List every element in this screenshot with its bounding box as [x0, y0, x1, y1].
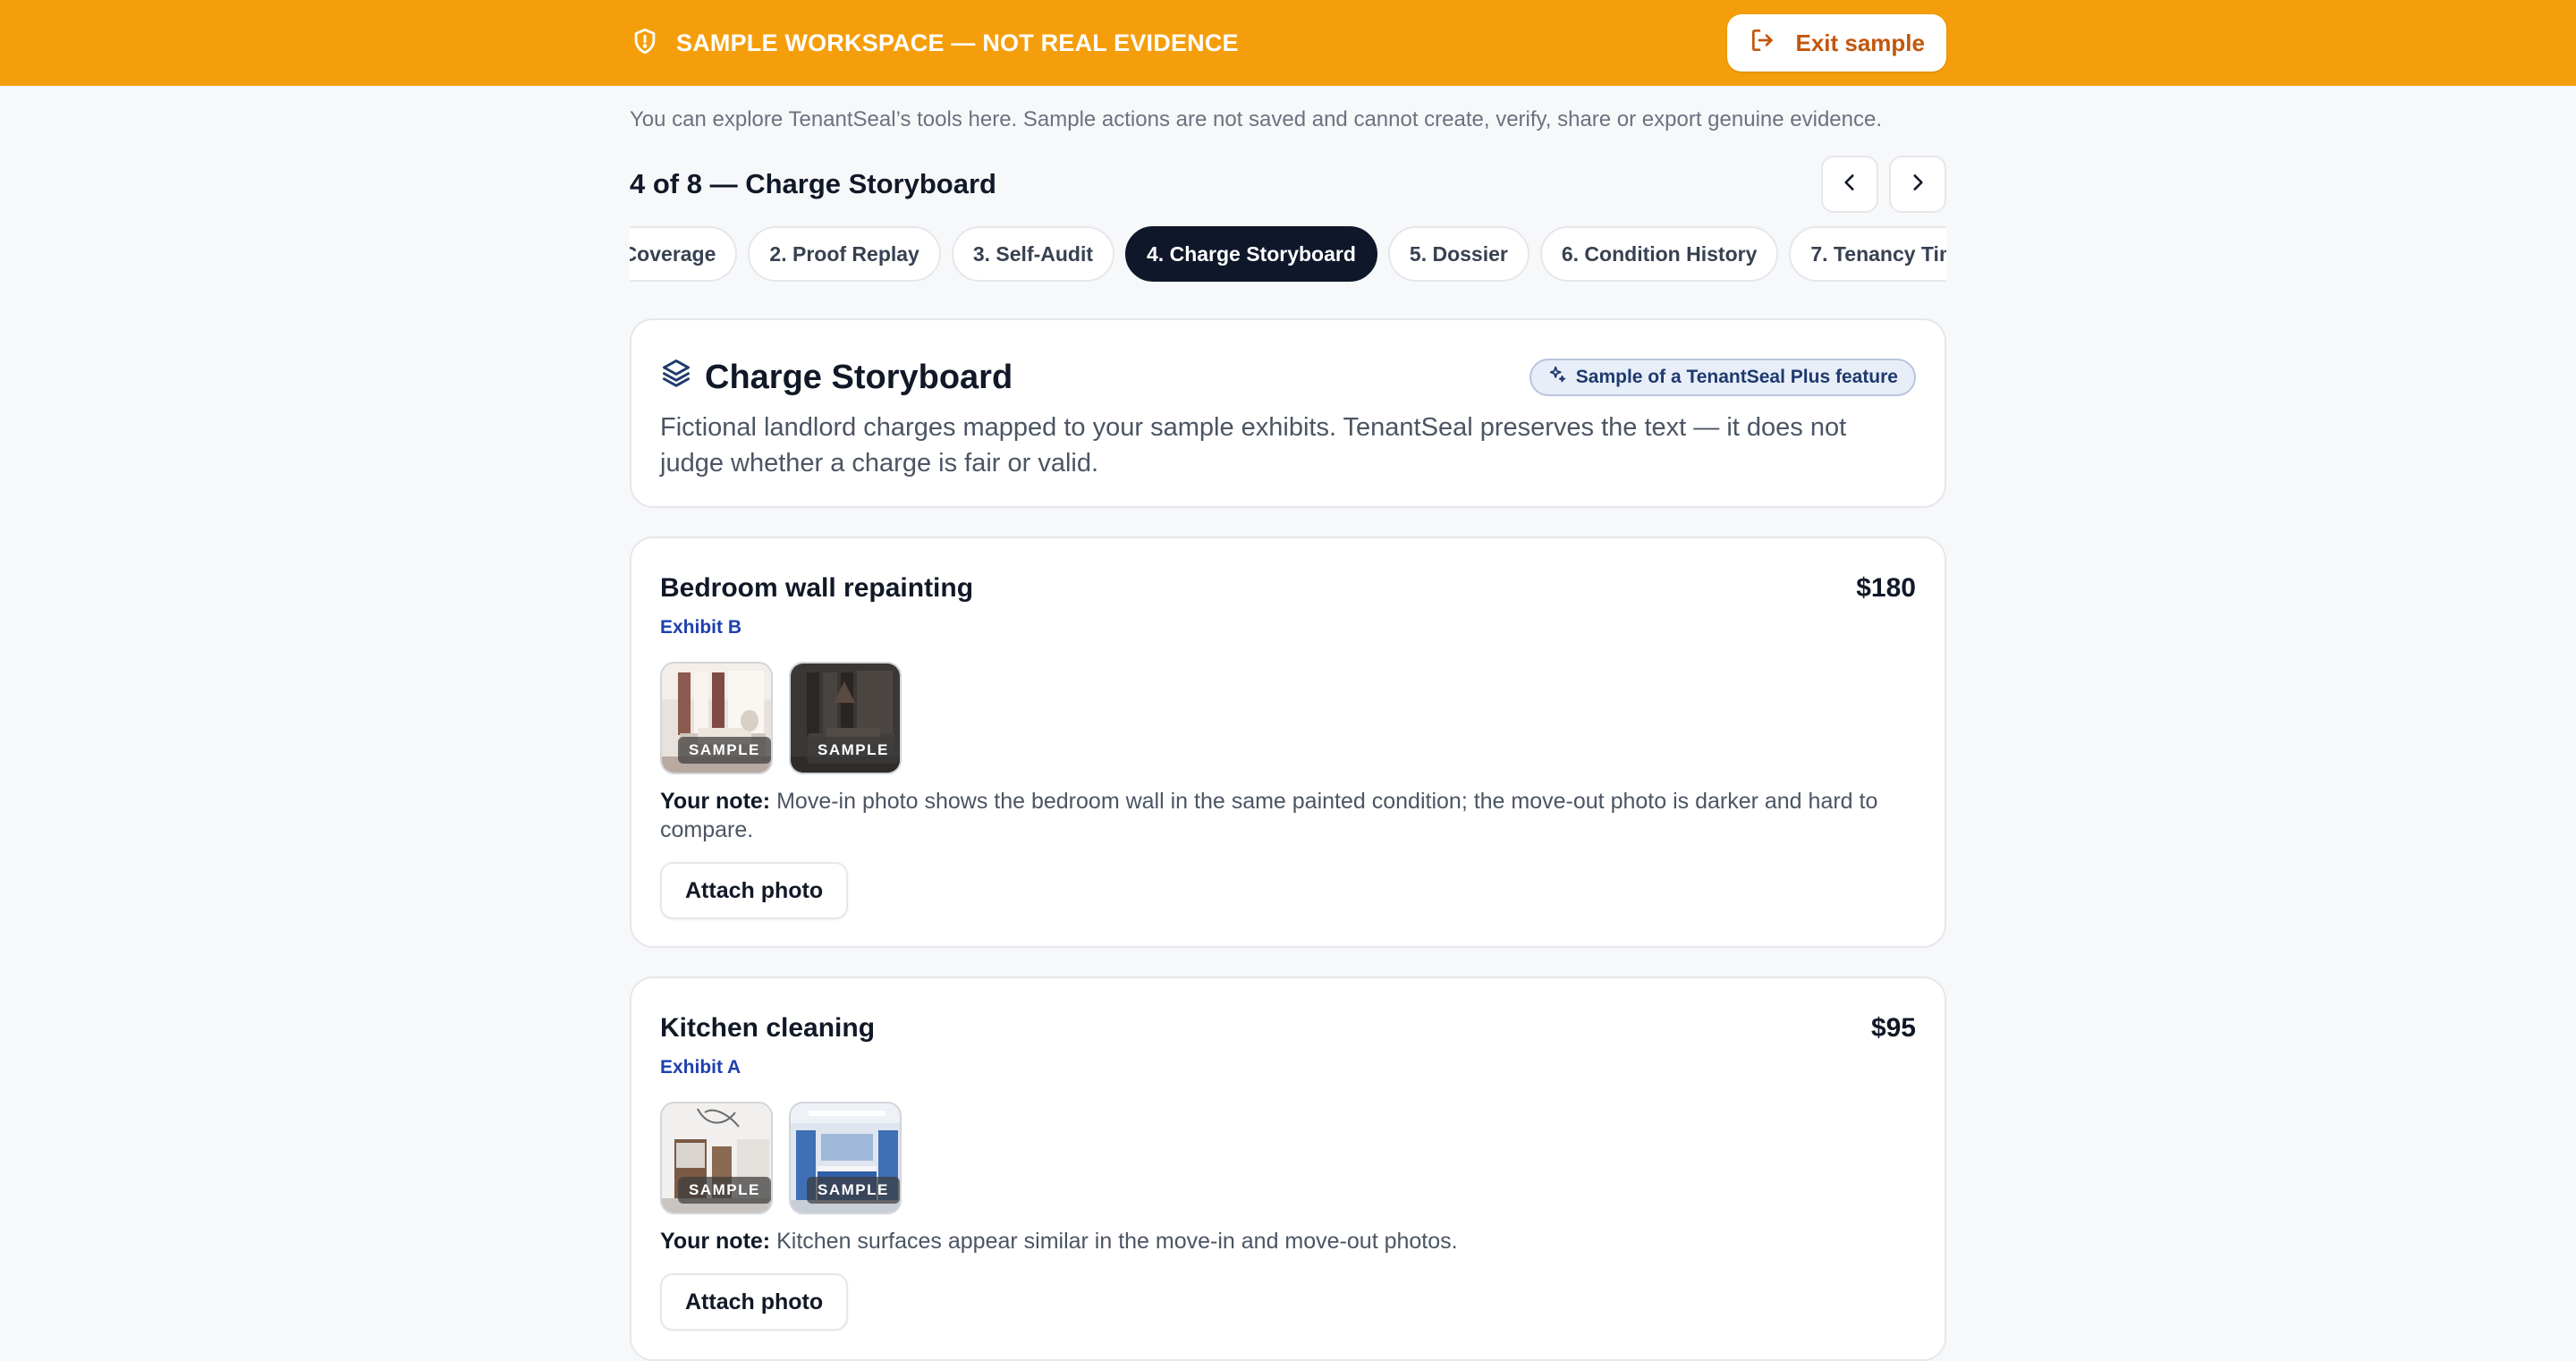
layers-icon	[660, 357, 692, 398]
step-header: 4 of 8 — Charge Storyboard	[630, 156, 1946, 213]
sample-tag: SAMPLE	[807, 737, 900, 764]
step-tabs: 1. Coverage 2. Proof Replay 3. Self-Audi…	[630, 226, 1946, 283]
tenant-note: Your note: Move-in photo shows the bedro…	[660, 787, 1916, 844]
feature-description: Fictional landlord charges mapped to you…	[660, 413, 1847, 478]
exhibit-link[interactable]: Exhibit A	[660, 1057, 741, 1078]
tab-condition-history[interactable]: 6. Condition History	[1539, 226, 1779, 282]
intro-text: You can explore TenantSeal’s tools here.…	[630, 107, 1883, 131]
plus-feature-label: Sample of a TenantSeal Plus feature	[1575, 367, 1898, 387]
previous-step-button[interactable]	[1821, 156, 1878, 213]
sample-tag: SAMPLE	[678, 1177, 771, 1204]
exit-icon	[1749, 26, 1777, 61]
chevron-left-icon	[1838, 171, 1861, 199]
attach-photo-button[interactable]: Attach photo	[660, 1273, 849, 1331]
attach-photo-button[interactable]: Attach photo	[660, 862, 849, 919]
feature-intro-card: Charge Storyboard Sample of a TenantSeal…	[630, 318, 1946, 508]
chevron-right-icon	[1906, 171, 1929, 199]
step-title: 4 of 8 — Charge Storyboard	[630, 168, 996, 199]
exit-sample-label: Exit sample	[1795, 29, 1925, 56]
plus-feature-badge: Sample of a TenantSeal Plus feature	[1529, 359, 1916, 396]
charge-card: Kitchen cleaning $95 Exhibit A SAMPLE SA…	[630, 976, 1946, 1361]
charge-title: Bedroom wall repainting	[660, 573, 974, 603]
tab-dossier[interactable]: 5. Dossier	[1387, 226, 1530, 282]
tenant-note: Your note: Kitchen surfaces appear simil…	[660, 1227, 1916, 1255]
move-out-photo-thumbnail[interactable]: SAMPLE	[789, 1102, 902, 1214]
shield-icon	[630, 26, 660, 61]
move-out-photo-thumbnail[interactable]: SAMPLE	[789, 662, 902, 774]
note-label: Your note:	[660, 1229, 771, 1254]
sample-banner: SAMPLE WORKSPACE — NOT REAL EVIDENCE Exi…	[0, 0, 2576, 86]
next-step-button[interactable]	[1889, 156, 1946, 213]
tab-proof-replay[interactable]: 2. Proof Replay	[748, 226, 941, 282]
banner-text: SAMPLE WORKSPACE — NOT REAL EVIDENCE	[676, 29, 1239, 56]
exhibit-link[interactable]: Exhibit B	[660, 617, 741, 638]
feature-title: Charge Storyboard	[705, 358, 1013, 396]
note-text: Kitchen surfaces appear similar in the m…	[776, 1229, 1458, 1254]
note-text: Move-in photo shows the bedroom wall in …	[660, 789, 1878, 842]
sparkle-icon	[1547, 365, 1567, 390]
tab-self-audit[interactable]: 3. Self-Audit	[951, 226, 1115, 282]
tab-tenancy-timeline[interactable]: 7. Tenancy Timeline	[1789, 226, 1946, 282]
note-label: Your note:	[660, 789, 771, 814]
charge-card: Bedroom wall repainting $180 Exhibit B S…	[630, 537, 1946, 948]
sample-tag: SAMPLE	[678, 737, 771, 764]
tab-charge-storyboard[interactable]: 4. Charge Storyboard	[1125, 226, 1377, 282]
charge-amount: $180	[1856, 573, 1916, 603]
charge-amount: $95	[1870, 1013, 1916, 1043]
sample-tag: SAMPLE	[807, 1177, 900, 1204]
move-in-photo-thumbnail[interactable]: SAMPLE	[660, 1102, 773, 1214]
charge-title: Kitchen cleaning	[660, 1013, 876, 1043]
tab-coverage[interactable]: 1. Coverage	[630, 226, 738, 282]
banner-message: SAMPLE WORKSPACE — NOT REAL EVIDENCE	[630, 26, 1239, 61]
exit-sample-button[interactable]: Exit sample	[1727, 14, 1946, 72]
move-in-photo-thumbnail[interactable]: SAMPLE	[660, 662, 773, 774]
